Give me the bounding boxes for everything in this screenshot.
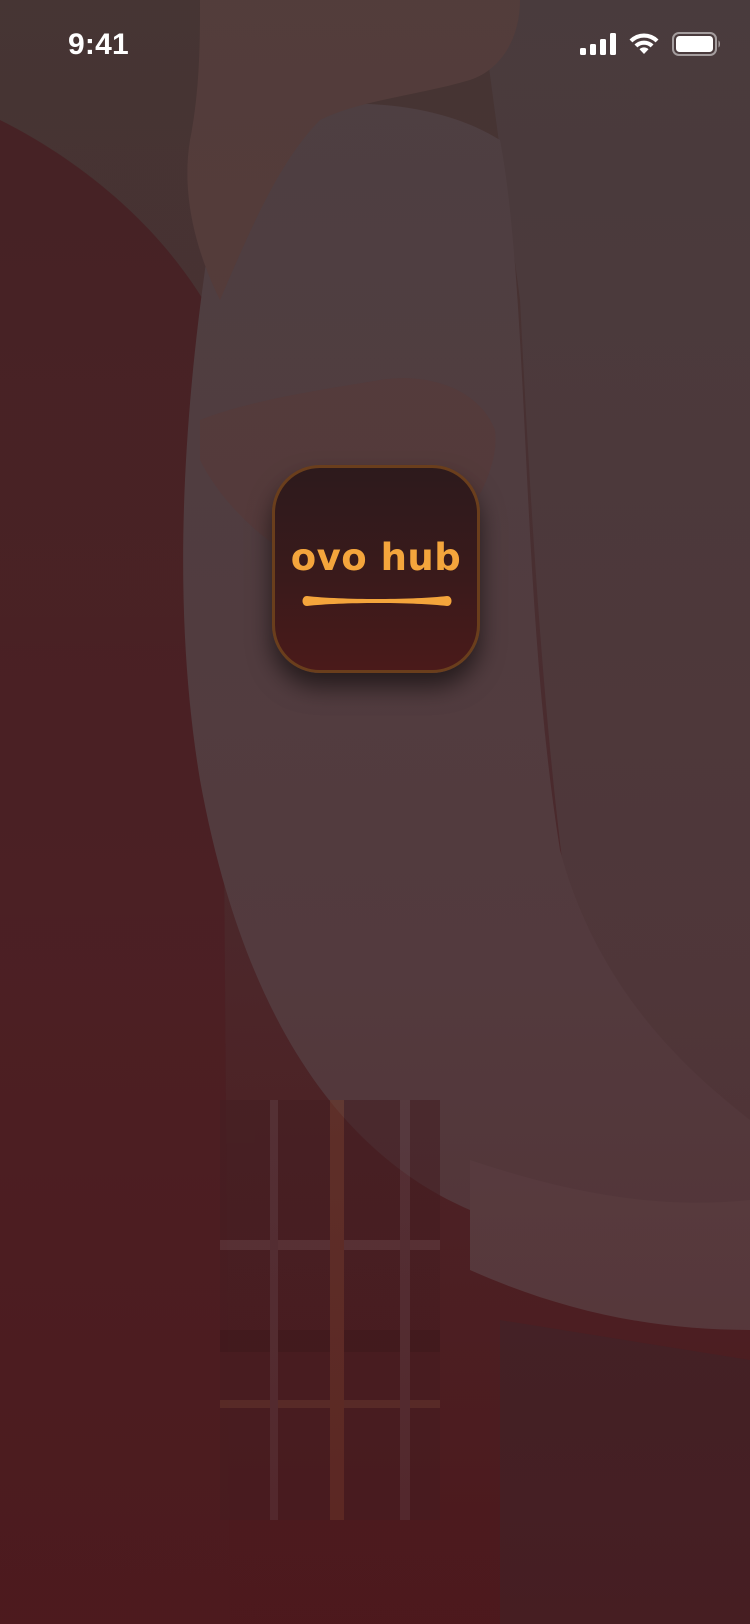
status-bar: 9:41: [0, 0, 750, 94]
battery-icon: [672, 31, 722, 61]
logo-swoosh-icon: [302, 596, 452, 606]
app-name: ovo hub: [290, 536, 462, 579]
status-time: 9:41: [68, 28, 129, 61]
signal-icon: [580, 32, 616, 60]
app-logo: ovo hub: [272, 465, 480, 673]
status-icons: [580, 31, 722, 61]
splash-screen: 9:41 ovo hub: [0, 0, 750, 1624]
background-overlay: [0, 0, 750, 1624]
wifi-icon: [628, 32, 660, 61]
